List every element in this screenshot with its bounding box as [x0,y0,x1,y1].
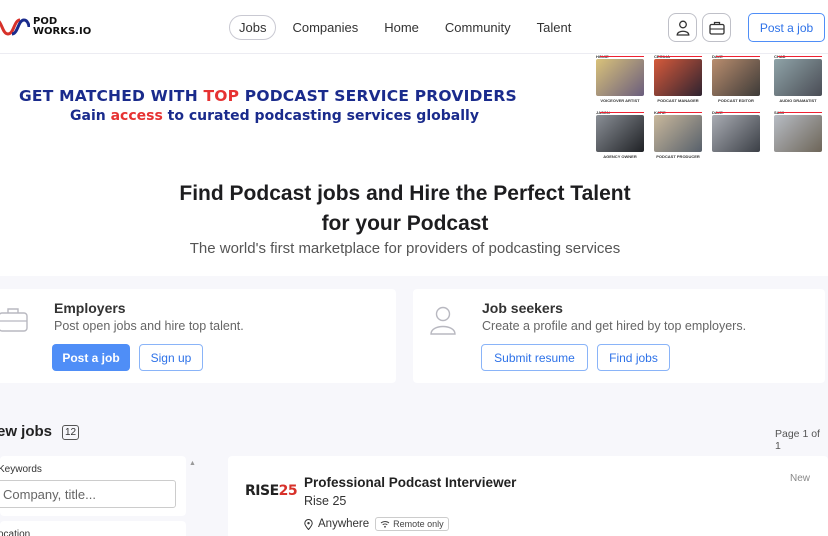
provider-tile: DAVE PODCAST EDITOR [708,54,760,104]
page-indicator: Page 1 of 1 [775,428,820,452]
employers-text: Post open jobs and hire top talent. [54,319,244,333]
location-label: ocation [0,529,31,536]
user-icon [676,20,689,36]
nav-home[interactable]: Home [374,15,429,40]
job-location: Anywhere Remote only [304,517,449,531]
hero-subtitle: The world's first marketplace for provid… [189,240,621,257]
scroll-up-arrow-icon[interactable]: ▲ [189,460,196,467]
banner-headline-pre: GET MATCHED WITH [19,87,204,105]
hero-title-line-1: Find Podcast jobs and Hire the Perfect T… [179,182,631,205]
provider-tile: KATIE PODCAST PRODUCER [650,110,702,160]
provider-photo [712,59,760,96]
provider-tile: DAVE [708,110,760,160]
employers-card: Employers Post open jobs and hire top ta… [0,289,396,383]
briefcase-icon [708,21,725,35]
banner-sub-highlight: access [110,108,163,124]
employers-title: Employers [54,300,126,316]
location-pin-icon [304,518,313,530]
hero-title-line-2: for your Podcast [321,212,489,235]
page: POD WORKS.IO Jobs Companies Home Communi… [0,0,828,536]
provider-role: PODCAST EDITOR [718,98,754,103]
logo-line-2: WORKS.IO [33,26,92,37]
provider-photo [712,115,760,152]
company-logo-text: RISE [245,483,279,499]
employers-sign-up-button[interactable]: Sign up [139,344,203,371]
nav-companies[interactable]: Companies [282,15,368,40]
banner-sub-pre: Gain [70,108,111,124]
submit-resume-button[interactable]: Submit resume [481,344,588,371]
nav-community[interactable]: Community [435,15,521,40]
provider-role: PODCAST PRODUCER [656,154,700,159]
new-badge: New [790,473,811,484]
briefcase-icon [0,308,28,332]
remote-badge-text: Remote only [393,519,444,529]
nav-jobs[interactable]: Jobs [229,15,277,40]
provider-photo [654,59,702,96]
provider-photo [654,115,702,152]
keywords-filter: Keywords Company, title... [0,456,186,516]
main-nav: Jobs Companies Home Community Talent [229,15,587,40]
location-filter: ocation [0,521,186,536]
banner-subheadline: Gain access to curated podcasting servic… [70,108,479,124]
header-post-job-button[interactable]: Post a job [748,13,825,42]
logo-text: POD WORKS.IO [33,17,91,37]
keywords-input[interactable]: Company, title... [0,480,176,508]
find-jobs-button[interactable]: Find jobs [597,344,670,371]
provider-photo [774,59,822,96]
provider-role: VOICEOVER ARTIST [600,98,640,103]
keywords-label: Keywords [0,464,42,475]
user-icon [430,306,456,335]
provider-tile: CHAD AUDIO DRAMATIST [770,54,822,104]
provider-tile: JASON AGENCY OWNER [592,110,644,160]
provider-tile: HOUIE VOICEOVER ARTIST [592,54,644,104]
banner-headline: GET MATCHED WITH TOP PODCAST SERVICE PRO… [19,87,517,105]
banner-sub-post: to curated podcasting services globally [162,108,479,124]
employers-post-job-button[interactable]: Post a job [52,344,130,371]
top-header: POD WORKS.IO Jobs Companies Home Communi… [0,0,828,54]
company-logo-number: 25 [278,483,298,499]
provider-role: PODCAST MANAGER [657,98,699,103]
job-company: Rise 25 [304,494,347,508]
provider-role: AGENCY OWNER [603,154,637,159]
nav-talent[interactable]: Talent [527,15,582,40]
jobs-count-badge: 12 [62,425,79,440]
wifi-icon [380,521,390,528]
provider-photo [596,115,644,152]
employer-button[interactable] [702,13,731,42]
job-seekers-card: Job seekers Create a profile and get hir… [413,289,825,383]
provider-role: AUDIO DRAMATIST [779,98,817,103]
provider-tile: CECILIA PODCAST MANAGER [650,54,702,104]
seekers-title: Job seekers [482,300,563,316]
hero-section: Find Podcast jobs and Hire the Perfect T… [0,162,828,276]
banner-headline-highlight: TOP [203,87,240,105]
banner-headline-post: PODCAST SERVICE PROVIDERS [239,87,517,105]
provider-photo [774,115,822,152]
provider-tile: SAMI [770,110,822,160]
job-title[interactable]: Professional Podcast Interviewer [304,475,516,490]
hero-title: Find Podcast jobs and Hire the Perfect T… [0,179,810,239]
job-location-text: Anywhere [318,518,370,530]
provider-photo [596,59,644,96]
company-logo: RISE25 [245,483,298,499]
account-button[interactable] [668,13,697,42]
new-jobs-heading: ew jobs [0,423,53,440]
job-card[interactable]: RISE25 Professional Podcast Interviewer … [228,456,828,536]
remote-badge: Remote only [375,517,449,531]
provider-photo-grid: HOUIE VOICEOVER ARTIST CECILIA PODCAST M… [592,54,828,162]
logo-mark-icon [0,18,30,36]
seekers-text: Create a profile and get hired by top em… [482,319,747,333]
promo-banner[interactable]: GET MATCHED WITH TOP PODCAST SERVICE PRO… [0,54,828,162]
site-logo[interactable]: POD WORKS.IO [0,16,91,38]
